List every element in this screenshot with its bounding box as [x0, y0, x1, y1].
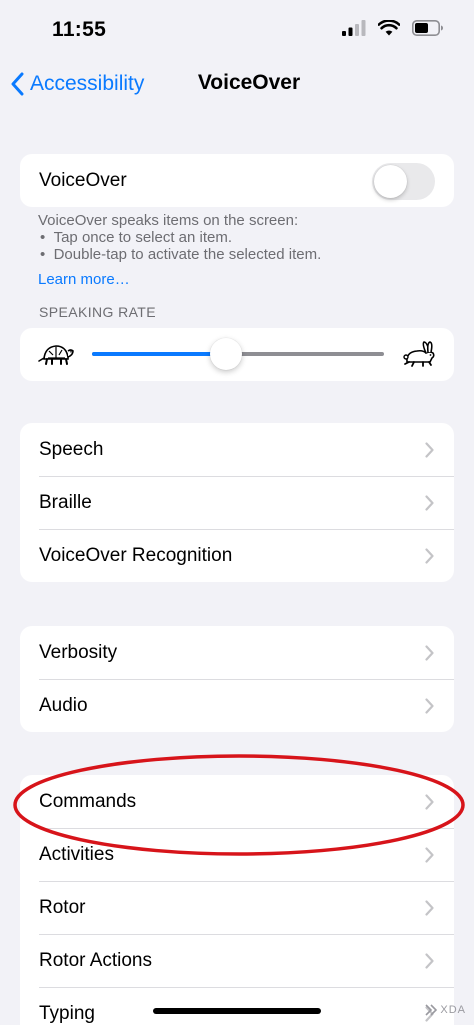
description-text: VoiceOver speaks items on the screen:: [38, 212, 299, 229]
speaking-rate-slider[interactable]: [92, 338, 384, 370]
battery-icon: [412, 20, 443, 36]
slider-fill: [92, 352, 227, 356]
slider-thumb[interactable]: [210, 338, 243, 370]
cellular-signal-icon: [342, 20, 366, 36]
list-item-audio[interactable]: Audio: [20, 679, 454, 732]
speaking-rate-header: SPEAKING RATE: [39, 304, 156, 320]
list-item-voiceover-recognition[interactable]: VoiceOver Recognition: [20, 529, 454, 582]
wifi-icon: [378, 20, 400, 36]
list-item-speech[interactable]: Speech: [20, 423, 454, 476]
xda-logo-icon: [425, 1004, 438, 1016]
list-item-label: Verbosity: [39, 641, 118, 663]
learn-more-link[interactable]: Learn more…: [38, 271, 130, 288]
list-item-label: VoiceOver Recognition: [39, 544, 233, 566]
list-item-rotor[interactable]: Rotor: [20, 881, 454, 934]
list-item-braille[interactable]: Braille: [20, 476, 454, 529]
chevron-right-icon: [425, 644, 434, 661]
list-item-label: Rotor Actions: [39, 949, 152, 971]
voiceover-toggle-row: VoiceOver: [20, 154, 454, 207]
xda-watermark: XDA: [425, 1004, 466, 1016]
list-item-label: Rotor: [39, 896, 86, 918]
chevron-right-icon: [425, 846, 434, 863]
turtle-icon: [38, 345, 74, 365]
voiceover-settings-screen: 11:55 Accessibility VoiceOver VoiceOver: [0, 0, 474, 1025]
list-item-label: Braille: [39, 491, 92, 513]
description-bullet: • Double-tap to activate the selected it…: [40, 246, 322, 263]
speaking-rate-slider-group: [20, 328, 454, 381]
chevron-right-icon: [425, 547, 434, 564]
status-time: 11:55: [52, 18, 107, 41]
list-item-label: Audio: [39, 694, 88, 716]
watermark-text: XDA: [440, 1004, 466, 1016]
chevron-right-icon: [425, 793, 434, 810]
voiceover-toggle-group: VoiceOver: [20, 154, 454, 207]
voiceover-toggle-switch[interactable]: [372, 163, 435, 200]
page-title: VoiceOver: [197, 71, 301, 94]
list-item-typing[interactable]: Typing: [20, 987, 454, 1025]
status-icons: [342, 20, 444, 36]
chevron-right-icon: [425, 494, 434, 511]
settings-group-3: Commands Activities Rotor Rotor Actions …: [20, 775, 454, 1025]
chevron-right-icon: [425, 441, 434, 458]
list-item-commands[interactable]: Commands: [20, 775, 454, 828]
voiceover-toggle-label: VoiceOver: [39, 169, 127, 191]
list-item-label: Typing: [39, 1002, 95, 1024]
chevron-right-icon: [425, 697, 434, 714]
list-item-verbosity[interactable]: Verbosity: [20, 626, 454, 679]
list-item-label: Commands: [39, 790, 137, 812]
description-bullet: • Tap once to select an item.: [40, 229, 233, 246]
settings-group-1: Speech Braille VoiceOver Recognition: [20, 423, 454, 582]
home-indicator[interactable]: [153, 1008, 321, 1014]
chevron-right-icon: [425, 952, 434, 969]
toggle-knob: [374, 165, 407, 198]
voiceover-description: VoiceOver speaks items on the screen: • …: [38, 212, 438, 263]
chevron-right-icon: [425, 899, 434, 916]
list-item-label: Speech: [39, 438, 104, 460]
rabbit-icon: [403, 341, 435, 367]
settings-group-2: Verbosity Audio: [20, 626, 454, 732]
list-item-rotor-actions[interactable]: Rotor Actions: [20, 934, 454, 987]
list-item-label: Activities: [39, 843, 114, 865]
list-item-activities[interactable]: Activities: [20, 828, 454, 881]
